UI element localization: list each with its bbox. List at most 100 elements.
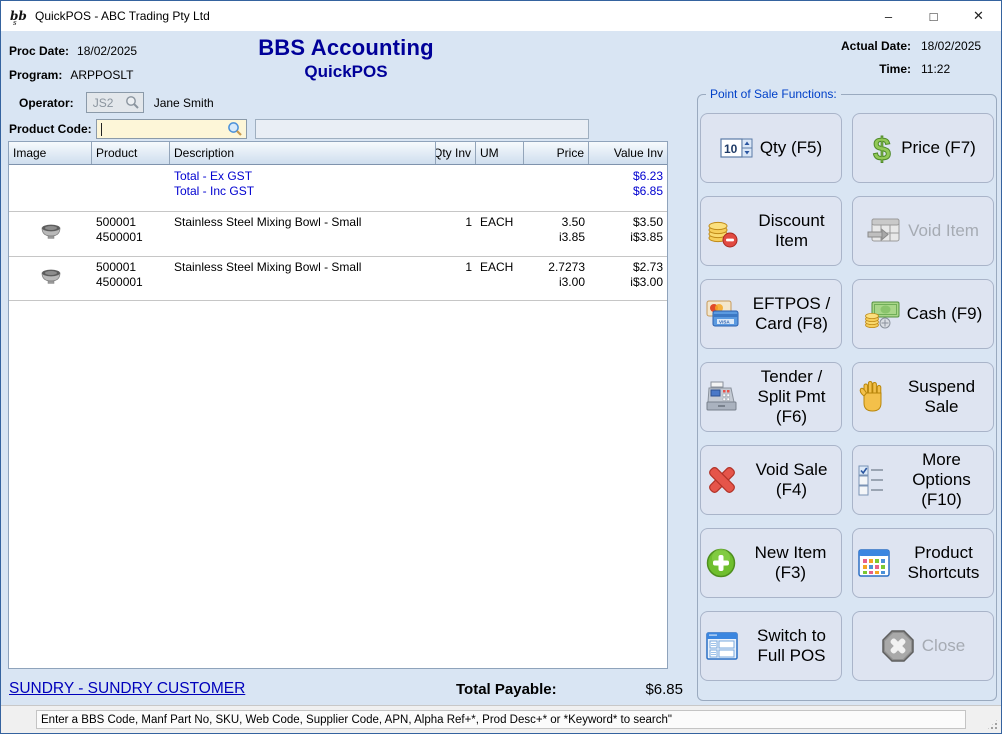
actual-date-value: 18/02/2025 (921, 39, 993, 53)
client-area: Proc Date:18/02/2025 Program:ARPPOSLT BB… (1, 31, 1001, 705)
qty-button[interactable]: 10 Qty (F5) (700, 113, 842, 183)
more-options-button[interactable]: More Options (F10) (852, 445, 994, 515)
tender-split-payment-button[interactable]: Tender / Split Pmt (F6) (700, 362, 842, 432)
svg-text:VISA: VISA (719, 319, 730, 324)
cash-button[interactable]: Cash (F9) (852, 279, 994, 349)
item-value-ex: $2.73 (593, 260, 663, 275)
total-inc-gst-label: Total - Inc GST (170, 184, 436, 199)
discount-item-button[interactable]: Discount Item (700, 196, 842, 266)
app-subtitle: QuickPOS (1, 62, 691, 82)
checklist-icon (857, 464, 887, 496)
cash-banknote-coins-icon (864, 299, 900, 329)
svg-text:$: $ (873, 131, 891, 165)
operator-code-field[interactable]: JS2 (86, 92, 144, 113)
product-code-2: 4500001 (96, 230, 166, 245)
close-button[interactable]: Close (852, 611, 994, 681)
total-inc-gst-value: $6.85 (589, 184, 667, 199)
dollar-icon: $ (870, 131, 894, 165)
column-header-image[interactable]: Image (9, 142, 92, 164)
total-ex-gst-label: Total - Ex GST (170, 169, 436, 184)
qty-spinner-icon: 10 (720, 137, 753, 159)
item-price-ex: 2.7273 (528, 260, 585, 275)
total-payable-label: Total Payable: (456, 681, 557, 698)
app-heading: BBS Accounting QuickPOS (1, 35, 691, 82)
svg-text:s: s (13, 19, 17, 26)
svg-text:10: 10 (724, 142, 738, 156)
product-image-bowl-icon (40, 268, 62, 285)
column-header-um[interactable]: UM (476, 142, 524, 164)
price-button[interactable]: $ Price (F7) (852, 113, 994, 183)
item-price-inc: i3.00 (528, 275, 585, 290)
cash-register-icon (705, 380, 739, 414)
table-row[interactable]: 500001 4500001 Stainless Steel Mixing Bo… (9, 211, 667, 256)
hand-icon (857, 380, 887, 414)
item-um: EACH (476, 215, 524, 230)
app-window: bb s QuickPOS - ABC Trading Pty Ltd – □ … (0, 0, 1002, 734)
customer-link[interactable]: SUNDRY - SUNDRY CUSTOMER (9, 680, 245, 698)
item-description: Stainless Steel Mixing Bowl - Small (170, 215, 436, 230)
item-value-inc: i$3.00 (593, 275, 663, 290)
credit-cards-icon: VISA (705, 298, 739, 330)
table-row[interactable]: 500001 4500001 Stainless Steel Mixing Bo… (9, 256, 667, 301)
app-logo-icon: bb s (9, 6, 29, 26)
window-panes-icon (705, 631, 739, 661)
operator-code-value: JS2 (93, 96, 125, 110)
minimize-button[interactable]: – (866, 1, 911, 31)
green-plus-icon (705, 547, 737, 579)
pos-functions-title: Point of Sale Functions: (706, 87, 841, 101)
column-header-price[interactable]: Price (524, 142, 589, 164)
item-value-inc: i$3.85 (593, 230, 663, 245)
item-um: EACH (476, 260, 524, 275)
operator-row: Operator: JS2 Jane Smith (19, 92, 214, 113)
actual-date-label: Actual Date: (841, 39, 911, 53)
app-title: BBS Accounting (1, 35, 691, 61)
product-description-field (255, 119, 589, 139)
window-title: QuickPOS - ABC Trading Pty Ltd (35, 9, 866, 23)
operator-name: Jane Smith (154, 96, 214, 110)
red-x-icon (705, 463, 739, 497)
close-octagon-icon (881, 629, 915, 663)
product-shortcuts-button[interactable]: Product Shortcuts (852, 528, 994, 598)
close-window-button[interactable]: ✕ (956, 1, 1001, 31)
pos-functions-group: Point of Sale Functions: 10 Qty (F5) (697, 87, 997, 701)
product-code-2: 4500001 (96, 275, 166, 290)
time-label: Time: (841, 62, 911, 76)
product-code-input[interactable] (96, 119, 247, 139)
date-time-info: Actual Date: 18/02/2025 Time: 11:22 (841, 39, 993, 76)
total-payable-value: $6.85 (581, 681, 683, 698)
item-qty: 1 (436, 260, 476, 275)
void-item-button[interactable]: Void Item (852, 196, 994, 266)
column-header-product[interactable]: Product (92, 142, 170, 164)
item-value-ex: $3.50 (593, 215, 663, 230)
item-description: Stainless Steel Mixing Bowl - Small (170, 260, 436, 275)
operator-search-icon[interactable] (125, 95, 140, 110)
titlebar: bb s QuickPOS - ABC Trading Pty Ltd – □ … (1, 1, 1001, 31)
time-value: 11:22 (921, 62, 993, 76)
product-code-row: Product Code: (9, 119, 589, 139)
sale-items-table[interactable]: Image Product Description Qty Inv UM Pri… (8, 141, 668, 669)
maximize-button[interactable]: □ (911, 1, 956, 31)
eftpos-card-button[interactable]: VISA EFTPOS / Card (F8) (700, 279, 842, 349)
suspend-sale-button[interactable]: Suspend Sale (852, 362, 994, 432)
void-sale-button[interactable]: Void Sale (F4) (700, 445, 842, 515)
status-bar: Enter a BBS Code, Manf Part No, SKU, Web… (1, 705, 1001, 733)
operator-label: Operator: (19, 96, 74, 110)
column-header-description[interactable]: Description (170, 142, 436, 164)
product-search-icon[interactable] (227, 121, 243, 137)
search-hint-field: Enter a BBS Code, Manf Part No, SKU, Web… (36, 710, 966, 729)
new-item-button[interactable]: New Item (F3) (700, 528, 842, 598)
shortcuts-grid-icon (857, 548, 891, 578)
product-image-bowl-icon (40, 223, 62, 240)
total-ex-gst-row: Total - Ex GST $6.23 (9, 169, 667, 184)
switch-to-full-pos-button[interactable]: Switch to Full POS (700, 611, 842, 681)
column-header-value-inv[interactable]: Value Inv (589, 142, 667, 164)
table-header: Image Product Description Qty Inv UM Pri… (9, 142, 667, 165)
total-ex-gst-value: $6.23 (589, 169, 667, 184)
product-code-label: Product Code: (9, 122, 92, 136)
text-caret (101, 123, 102, 136)
totals-block: Total - Ex GST $6.23 Total - Inc GST $6.… (9, 165, 667, 211)
resize-grip[interactable] (986, 718, 999, 731)
coins-discount-icon (705, 214, 739, 248)
void-item-grid-icon (867, 217, 901, 245)
column-header-qty-inv[interactable]: Qty Inv (436, 142, 476, 164)
